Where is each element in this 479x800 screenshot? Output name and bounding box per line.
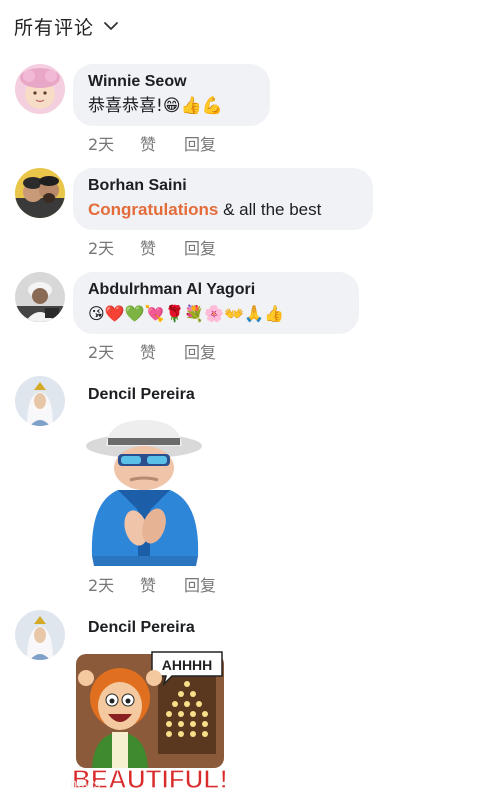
comment-actions: 2天 赞 回复 [88,131,216,155]
commenter-name[interactable]: Abdulrhman Al Yagori [88,280,344,300]
comment-bubble[interactable]: Winnie Seow 恭喜恭喜!😁👍💪 [73,64,270,126]
avatar[interactable] [15,272,65,322]
reply-button[interactable]: 回复 [184,339,216,363]
comment-text-content: 恭喜恭喜! [88,96,163,116]
emoji-group: 😁👍💪 [162,96,223,116]
reply-button[interactable]: 回复 [184,572,216,596]
comment-bubble[interactable]: Borhan Saini Congratulations & all the b… [73,168,373,230]
avatar[interactable] [15,168,65,218]
like-button[interactable]: 赞 [140,131,184,155]
commenter-name[interactable]: Dencil Pereira [88,386,195,404]
avatar[interactable] [15,64,65,114]
avatar[interactable] [15,376,65,426]
watermark: news [70,776,101,791]
like-button[interactable]: 赞 [140,572,184,596]
highlighted-text[interactable]: Congratulations [88,200,218,219]
comment-text: Congratulations & all the best [88,198,358,222]
like-button[interactable]: 赞 [140,235,184,259]
comment-text-content: & all the best [218,200,322,219]
reply-button[interactable]: 回复 [184,131,216,155]
grandpa-clapping-sticker[interactable] [78,416,212,566]
comments-filter-dropdown[interactable]: 所有评论 [14,12,120,40]
comment-timestamp: 2天 [88,135,115,154]
comment-actions: 2天 赞 回复 [88,339,216,363]
chevron-down-icon [104,22,118,30]
like-button[interactable]: 赞 [140,339,184,363]
reply-button[interactable]: 回复 [184,235,216,259]
comment-timestamp: 2天 [88,343,115,362]
comment-text: 恭喜恭喜!😁👍💪 [88,94,255,118]
beautiful-sticker[interactable]: AHHHH BEAUTIFUL! [72,648,228,796]
comment-bubble[interactable]: Abdulrhman Al Yagori 😘❤️💚💘🌹💐🌸👐🙏👍 [73,272,359,334]
emoji-group: 😘❤️💚💘🌹💐🌸👐🙏👍 [88,304,284,323]
comment-timestamp: 2天 [88,576,115,595]
avatar[interactable] [15,610,65,660]
sticker-top-text: AHHHH [162,657,213,673]
commenter-name[interactable]: Borhan Saini [88,176,358,196]
commenter-name[interactable]: Dencil Pereira [88,619,195,637]
comment-actions: 2天 赞 回复 [88,235,216,259]
commenter-name[interactable]: Winnie Seow [88,72,255,92]
comment-actions: 2天 赞 回复 [88,572,216,596]
comment-timestamp: 2天 [88,239,115,258]
comments-filter-label: 所有评论 [14,16,95,39]
